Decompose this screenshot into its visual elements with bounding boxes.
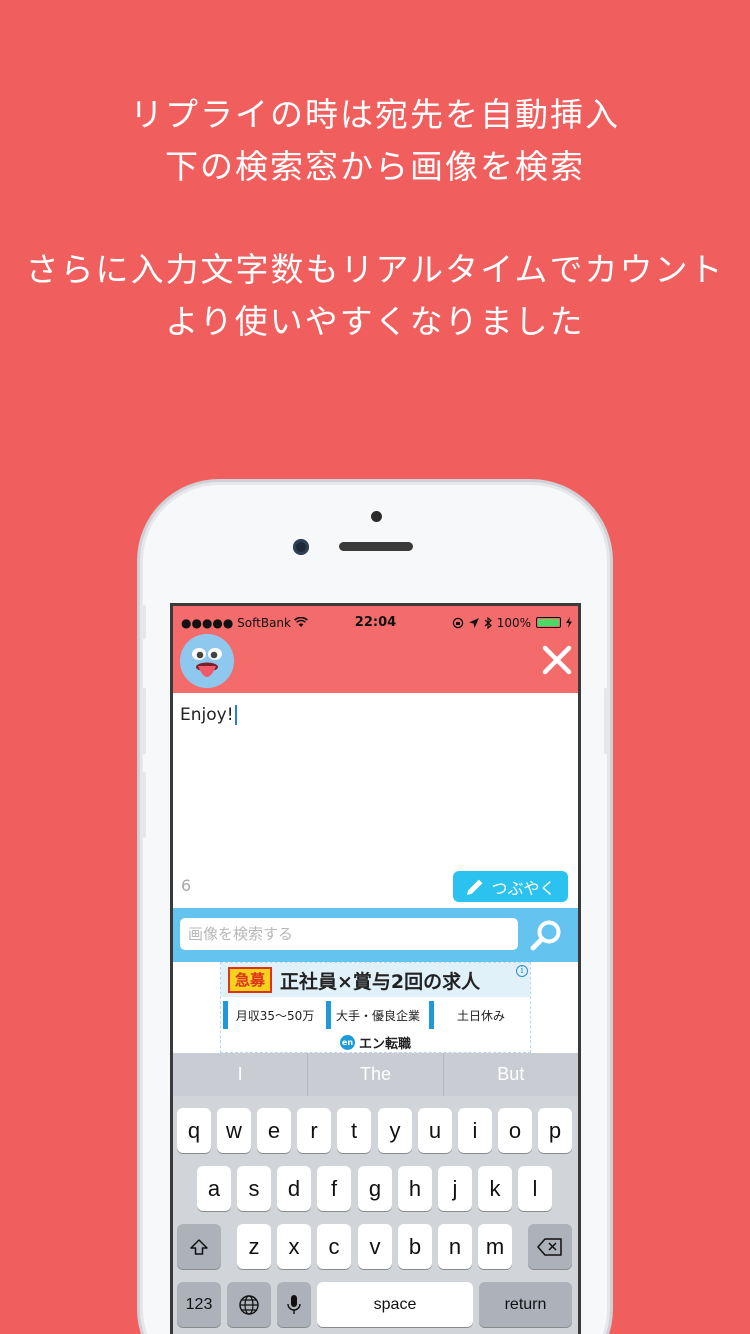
ad-info-icon[interactable]: i <box>516 965 528 977</box>
status-right: 100% <box>452 616 572 630</box>
power-button <box>604 688 610 754</box>
tweet-button[interactable]: つぶやく <box>453 871 568 902</box>
search-icon[interactable] <box>525 917 567 953</box>
space-key[interactable]: space <box>317 1282 473 1327</box>
prediction-item[interactable]: The <box>308 1053 444 1096</box>
key-i[interactable]: i <box>458 1108 492 1153</box>
compose-text: Enjoy! <box>180 705 234 725</box>
proximity-sensor <box>371 511 382 522</box>
numbers-key[interactable]: 123 <box>177 1282 221 1327</box>
key-y[interactable]: y <box>378 1108 412 1153</box>
key-p[interactable]: p <box>538 1108 572 1153</box>
key-z[interactable]: z <box>237 1224 271 1269</box>
globe-key[interactable] <box>227 1282 271 1327</box>
backspace-icon <box>537 1237 562 1256</box>
key-m[interactable]: m <box>478 1224 512 1269</box>
return-key[interactable]: return <box>479 1282 572 1327</box>
text-cursor <box>234 705 237 725</box>
status-bar: ●●●●● SoftBank 22:04 100% <box>173 606 578 639</box>
key-g[interactable]: g <box>358 1166 392 1211</box>
ad-chip: 土日休み <box>429 1001 528 1029</box>
key-q[interactable]: q <box>177 1108 211 1153</box>
key-d[interactable]: d <box>277 1166 311 1211</box>
mute-switch <box>140 605 146 639</box>
ad-banner[interactable]: 急募 正社員×賞与2回の求人 i 月収35〜50万 大手・優良企業 土日休み e… <box>220 962 531 1053</box>
key-s[interactable]: s <box>237 1166 271 1211</box>
backspace-key[interactable] <box>528 1224 572 1269</box>
en-logo-icon: en <box>339 1035 355 1050</box>
close-icon[interactable] <box>541 644 573 676</box>
user-avatar[interactable] <box>180 634 234 688</box>
prediction-item[interactable]: But <box>444 1053 578 1096</box>
key-f[interactable]: f <box>317 1166 351 1211</box>
prediction-item[interactable]: I <box>173 1053 309 1096</box>
key-u[interactable]: u <box>418 1108 452 1153</box>
charging-icon <box>566 617 572 628</box>
ad-urgent-badge: 急募 <box>228 967 273 993</box>
rotation-lock-icon <box>452 617 463 628</box>
microphone-icon <box>287 1294 301 1314</box>
volume-down-button <box>140 772 146 838</box>
key-e[interactable]: e <box>257 1108 291 1153</box>
caption-line-1: リプライの時は宛先を自動挿入 <box>130 95 620 134</box>
key-v[interactable]: v <box>358 1224 392 1269</box>
app-header: ●●●●● SoftBank 22:04 100% <box>173 606 578 693</box>
ad-chip: 大手・優良企業 <box>326 1001 425 1029</box>
volume-up-button <box>140 688 146 754</box>
key-j[interactable]: j <box>438 1166 472 1211</box>
prediction-bar: I The But <box>173 1053 578 1096</box>
key-t[interactable]: t <box>337 1108 371 1153</box>
ad-headline: 正社員×賞与2回の求人 <box>280 970 481 993</box>
image-search-input[interactable] <box>180 918 518 950</box>
tweet-button-label: つぶやく <box>491 878 556 898</box>
key-k[interactable]: k <box>478 1166 512 1211</box>
pencil-icon <box>467 879 483 895</box>
key-l[interactable]: l <box>518 1166 552 1211</box>
ad-brand: en エン転職 <box>221 1033 530 1052</box>
compose-input[interactable]: Enjoy! <box>180 705 237 725</box>
key-c[interactable]: c <box>317 1224 351 1269</box>
battery-percent: 100% <box>496 615 531 630</box>
key-o[interactable]: o <box>498 1108 532 1153</box>
earpiece-speaker <box>339 542 413 551</box>
location-arrow-icon <box>468 617 479 628</box>
key-x[interactable]: x <box>277 1224 311 1269</box>
character-count: 6 <box>181 876 192 895</box>
battery-icon <box>536 617 561 628</box>
globe-icon <box>239 1294 259 1315</box>
key-n[interactable]: n <box>438 1224 472 1269</box>
shift-icon <box>190 1238 208 1255</box>
shift-key[interactable] <box>177 1224 221 1269</box>
front-camera <box>293 539 309 555</box>
key-w[interactable]: w <box>217 1108 251 1153</box>
phone-screen: ●●●●● SoftBank 22:04 100% Enjoy! 6 つぶやく … <box>170 603 581 1334</box>
key-r[interactable]: r <box>297 1108 331 1153</box>
caption-line-3: さらに入力文字数もリアルタイムでカウント <box>25 250 725 289</box>
key-h[interactable]: h <box>398 1166 432 1211</box>
caption-line-2: 下の検索窓から画像を検索 <box>165 147 585 186</box>
ad-header: 急募 正社員×賞与2回の求人 <box>221 963 530 997</box>
caption-line-4: より使いやすくなりました <box>165 302 585 341</box>
key-b[interactable]: b <box>398 1224 432 1269</box>
microphone-key[interactable] <box>277 1282 311 1327</box>
ad-chip: 月収35〜50万 <box>223 1001 322 1029</box>
ad-brand-label: エン転職 <box>358 1037 411 1052</box>
tongue-face-icon <box>180 634 234 688</box>
keyboard: I The But q w e r t y u i o p a s d f g … <box>173 1053 578 1334</box>
compose-area[interactable]: Enjoy! 6 つぶやく <box>173 693 578 908</box>
key-a[interactable]: a <box>197 1166 231 1211</box>
ad-chips: 月収35〜50万 大手・優良企業 土日休み <box>223 1001 528 1029</box>
image-search-bar <box>173 908 578 962</box>
bluetooth-icon <box>484 616 492 629</box>
